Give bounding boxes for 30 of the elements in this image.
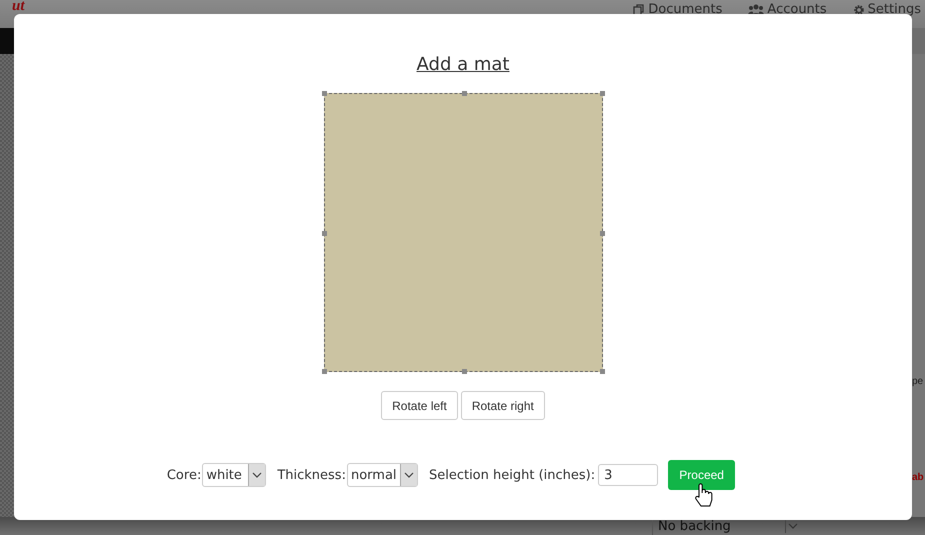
resize-handle[interactable] (322, 231, 327, 236)
dark-block (0, 28, 14, 54)
resize-handle[interactable] (462, 369, 467, 374)
resize-handle[interactable] (462, 91, 467, 96)
logo: ut (12, 0, 25, 13)
dialog-title: Add a mat (416, 54, 510, 76)
resize-handle[interactable] (322, 91, 327, 96)
resize-handle[interactable] (600, 231, 605, 236)
resize-handle[interactable] (600, 91, 605, 96)
gear-icon (852, 4, 865, 16)
field-label: Selection height (inches): (428, 468, 596, 482)
chevron-icon (404, 472, 414, 478)
resize-handle[interactable] (322, 369, 327, 374)
field-label: Thickness: (277, 468, 346, 482)
height-input[interactable]: 3 (598, 464, 658, 486)
core-select[interactable]: white (202, 463, 266, 487)
people-icon (748, 4, 764, 16)
nav-link[interactable]: Settings (852, 2, 921, 18)
text-fragment: pe (912, 376, 924, 387)
text-fragment: ab (912, 472, 924, 483)
nav-link[interactable]: Documents (633, 2, 722, 18)
chevron-icon (788, 523, 798, 529)
nav-link[interactable]: Accounts (748, 2, 827, 18)
field-label: Core: (166, 468, 202, 482)
resize-handle[interactable] (600, 369, 605, 374)
rotate-left-button[interactable]: Rotate left (381, 391, 458, 420)
documents-icon (633, 4, 646, 16)
chevron-icon (252, 472, 262, 478)
thickness-select[interactable]: normal (346, 463, 418, 487)
rotate-right-button[interactable]: Rotate right (460, 391, 545, 420)
